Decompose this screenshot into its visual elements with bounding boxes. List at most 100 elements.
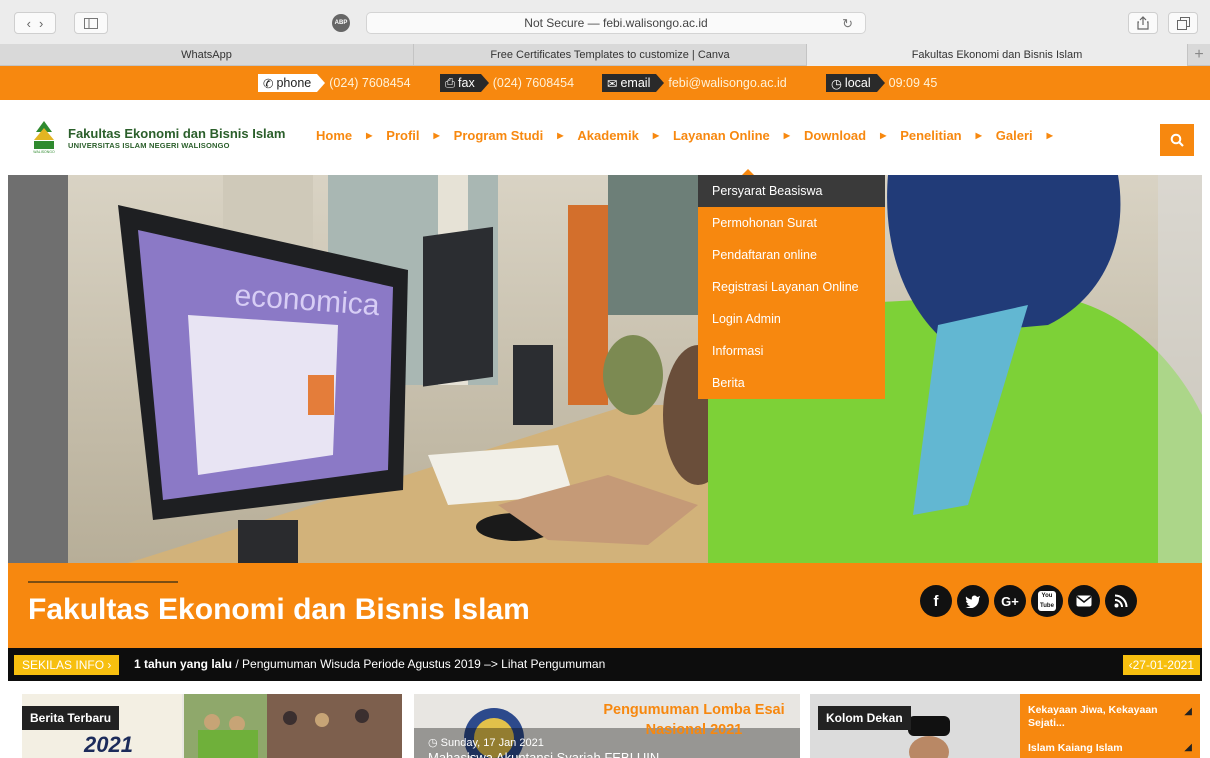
tabs-icon [1176,16,1190,30]
pengumuman-date-text: Sunday, 17 Jan 2021 [440,737,544,749]
nav-arrow-icon: ▶ [366,131,373,140]
contact-info-bar: ✆ phone (024) 7608454 ⎙ fax (024) 7608454 … [0,66,1210,100]
ticker-date: ‹ 27-01-2021 [1122,655,1200,675]
reload-icon[interactable]: ↻ [842,16,853,32]
title-band: Fakultas Ekonomi dan Bisnis Islam f G+ Y… [8,563,1202,648]
tab-label: WhatsApp [181,49,232,61]
twitter-bird-icon [965,595,980,608]
kolom-dekan-list: Kekayaan Jiwa, Kekayaan Sejati... ◢ Isla… [1020,694,1200,758]
new-tab-button[interactable]: + [1188,44,1210,66]
email-info: ✉ email febi@walisongo.ac.id [602,74,787,92]
berita-year-text: 2021 [84,732,133,757]
local-time-value: 09:09 45 [888,76,938,90]
tab-canva[interactable]: Free Certificates Templates to customize… [414,44,807,66]
tab-whatsapp[interactable]: WhatsApp [0,44,414,66]
nav-akademik[interactable]: Akademik [577,128,638,143]
share-icon [1137,16,1149,30]
nav-download[interactable]: Download [804,128,866,143]
address-bar[interactable]: Not Secure — febi.walisongo.ac.id ↻ [366,12,866,34]
main-nav: Home ▶ Profil ▶ Program Studi ▶ Akademik… [316,128,1067,143]
share-button[interactable] [1128,12,1158,34]
search-icon [1170,133,1184,147]
corner-arrow-icon: ◢ [1184,706,1192,717]
adblock-button[interactable]: ABP [326,12,356,34]
hero-banner-image: economica [8,175,1202,563]
kolom-dekan-label: Kolom Dekan [818,706,911,730]
mail-icon[interactable] [1068,585,1100,617]
back-icon[interactable]: ‹ [27,16,31,31]
kolom-item[interactable]: Kekayaan Jiwa, Kekayaan Sejati... [1028,704,1168,730]
envelope-icon: ✉ [607,76,618,91]
nav-arrow-icon: ▶ [557,131,564,140]
berita-terbaru-card[interactable]: Berita Terbaru 2021 [22,694,402,758]
local-label: local [844,76,871,90]
site-name[interactable]: Fakultas Ekonomi dan Bisnis Islam [68,126,285,141]
pengumuman-card[interactable]: Pengumuman Lomba Esai Nasional 2021 ◷ Su… [414,694,800,758]
forward-icon[interactable]: › [39,16,43,31]
browser-toolbar: ‹ › ABP Not Secure — febi.walisongo.ac.i… [0,0,1210,44]
dropdown-item-berita[interactable]: Berita [698,367,885,399]
youtube-text: You Tube [1038,591,1056,611]
local-time-info: ◷ local 09:09 45 [826,74,937,92]
band-title: Fakultas Ekonomi dan Bisnis Islam [28,593,530,626]
ticker-label-text: SEKILAS INFO [22,658,105,672]
kolom-item[interactable]: Islam Kaiang Islam [1028,742,1168,755]
uin-walisongo-logo[interactable]: WALISONGO [30,120,58,154]
back-forward-buttons[interactable]: ‹ › [14,12,56,34]
email-value[interactable]: febi@walisongo.ac.id [668,76,786,90]
fax-info: ⎙ fax (024) 7608454 [440,74,574,92]
nav-home[interactable]: Home [316,128,352,143]
dropdown-item-registrasi-layanan-online[interactable]: Registrasi Layanan Online [698,271,885,303]
fax-pill: ⎙ fax [440,74,489,92]
tabs-overview-button[interactable] [1168,12,1198,34]
tab-label: Fakultas Ekonomi dan Bisnis Islam [911,49,1083,61]
dropdown-item-permohonan-surat[interactable]: Permohonan Surat [698,207,885,239]
hero-photo: economica [8,175,1202,563]
search-button[interactable] [1160,124,1194,156]
fax-value: (024) 7608454 [492,76,575,90]
twitter-icon[interactable] [957,585,989,617]
youtube-icon[interactable]: You Tube [1031,585,1063,617]
local-pill: ◷ local [826,74,885,92]
kolom-dekan-card[interactable]: Kolom Dekan [810,694,1020,758]
sidebar-toggle-button[interactable] [74,12,108,34]
svg-text:WALISONGO: WALISONGO [33,150,55,154]
clock-icon: ◷ [428,737,438,749]
adblock-icon: ABP [332,14,350,32]
ticker-date-text: 27-01-2021 [1132,658,1194,672]
email-label: email [620,76,651,90]
pengumuman-title: Pengumuman Lomba Esai Nasional 2021 [603,702,785,738]
tab-label: Free Certificates Templates to customize… [490,49,730,61]
ticker-headline: / Pengumuman Wisuda Periode Agustus 2019… [232,657,606,671]
tab-febi[interactable]: Fakultas Ekonomi dan Bisnis Islam [807,44,1188,66]
site-subtitle: UNIVERSITAS ISLAM NEGERI WALISONGO [68,141,230,150]
pengumuman-headline: Mahasiswa Akuntansi Syariah FEBI UIN [428,750,660,758]
news-ticker: SEKILAS INFO › 1 tahun yang lalu / Pengu… [8,648,1202,681]
nav-galeri[interactable]: Galeri [996,128,1033,143]
nav-penelitian[interactable]: Penelitian [900,128,961,143]
nav-layanan-online[interactable]: Layanan Online [673,128,770,143]
dropdown-item-login-admin[interactable]: Login Admin [698,303,885,335]
ticker-text[interactable]: 1 tahun yang lalu / Pengumuman Wisuda Pe… [134,657,605,671]
corner-arrow-icon: ◢ [1184,742,1192,753]
google-plus-icon[interactable]: G+ [994,585,1026,617]
nav-profil[interactable]: Profil [386,128,419,143]
address-text: Not Secure — febi.walisongo.ac.id [524,16,708,30]
nav-arrow-icon: ▶ [783,131,790,140]
envelope-icon [1076,595,1092,607]
facebook-icon[interactable]: f [920,585,952,617]
dropdown-item-informasi[interactable]: Informasi [698,335,885,367]
phone-icon: ✆ [263,76,274,91]
nav-arrow-icon: ▶ [1046,131,1053,140]
nav-arrow-icon: ▶ [880,131,887,140]
phone-value: (024) 7608454 [329,76,411,90]
phone-pill: ✆ phone [258,74,326,92]
layanan-online-dropdown: Persyarat Beasiswa Permohonan Surat Pend… [698,175,885,399]
dropdown-item-persyarat-beasiswa[interactable]: Persyarat Beasiswa [698,175,885,207]
rss-icon[interactable] [1105,585,1137,617]
nav-arrow-icon: ▶ [975,131,982,140]
social-links: f G+ You Tube [920,585,1137,617]
dropdown-item-pendaftaran-online[interactable]: Pendaftaran online [698,239,885,271]
nav-program-studi[interactable]: Program Studi [454,128,544,143]
title-divider [28,581,178,583]
